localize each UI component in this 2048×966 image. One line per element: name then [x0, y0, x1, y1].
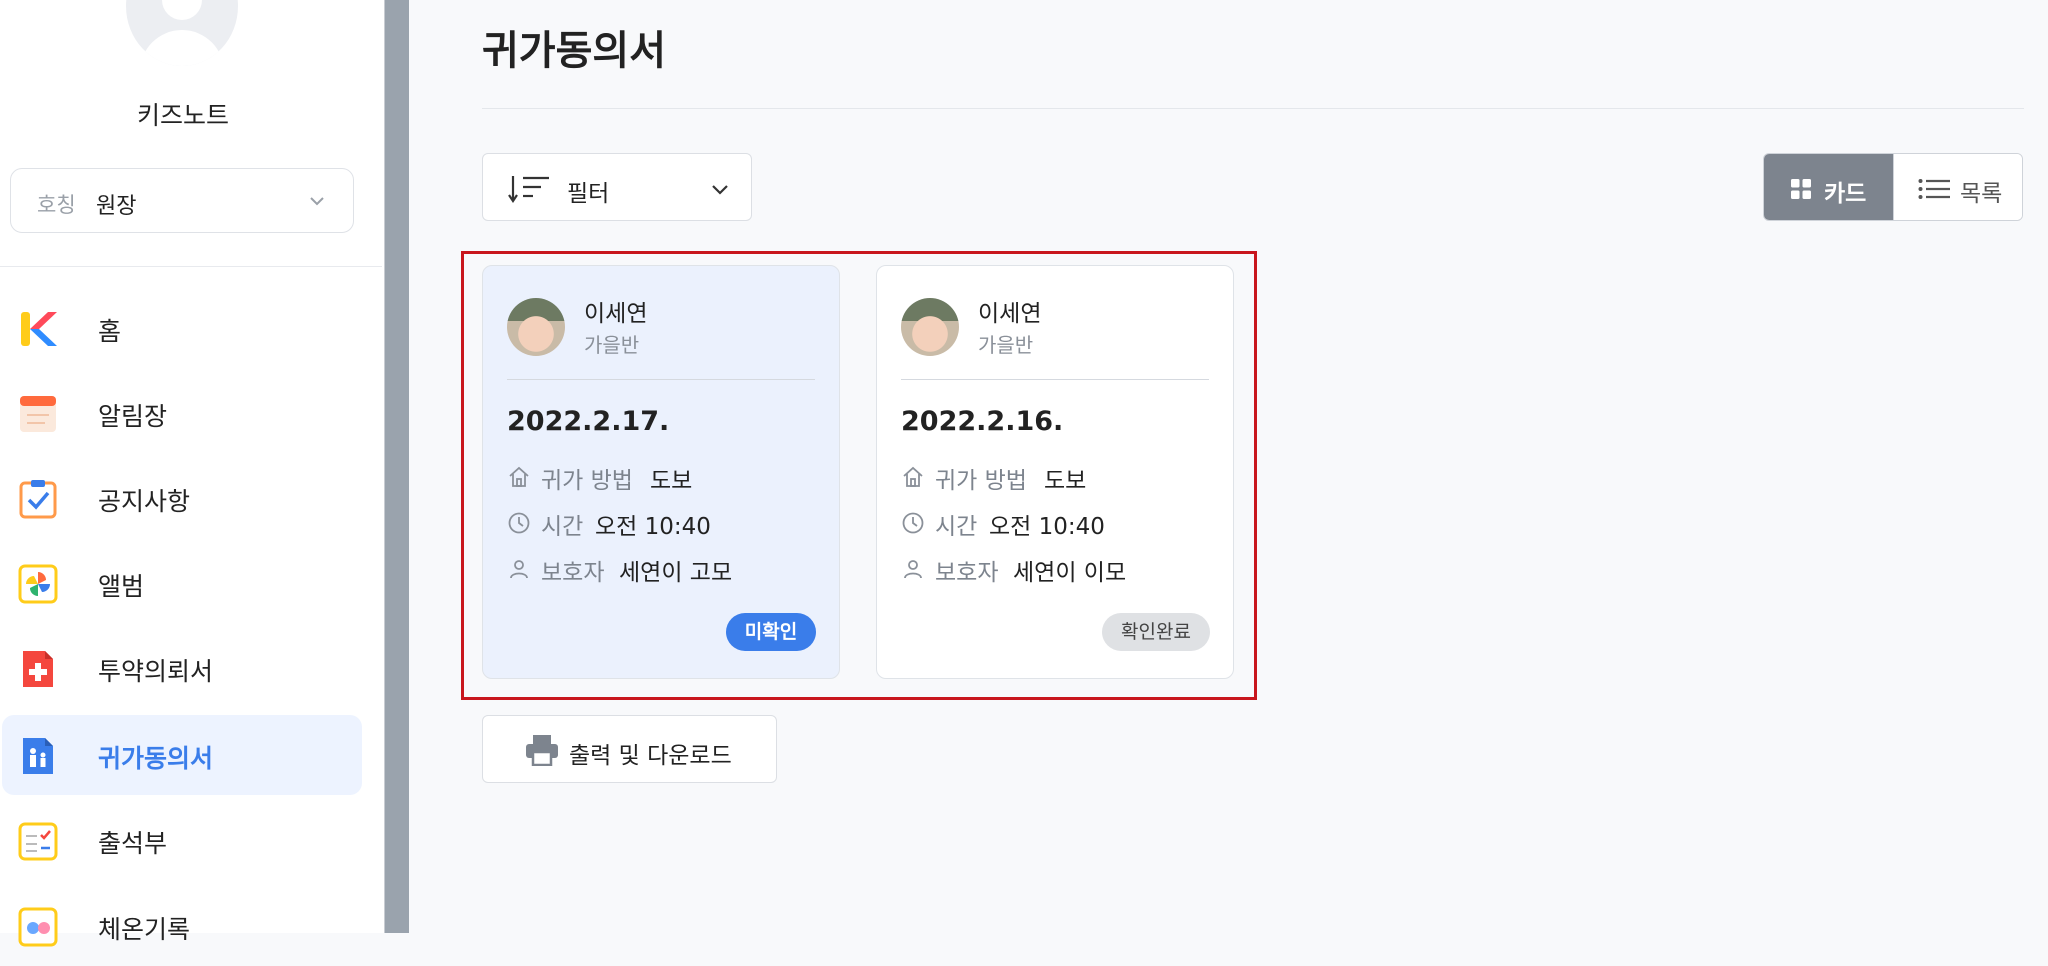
- method-label: 귀가 방법: [935, 468, 1027, 494]
- filter-button[interactable]: 필터: [482, 153, 752, 221]
- card-divider: [507, 379, 815, 380]
- list-view-label: 목록: [1960, 181, 2003, 207]
- filter-label: 필터: [567, 181, 610, 207]
- sidebar-item-label: 귀가동의서: [98, 744, 214, 773]
- consent-card[interactable]: 이세연 가을반 2022.2.16. 귀가 방법 도보 시간 오전 10:40 …: [876, 265, 1234, 679]
- card-view-label: 카드: [1824, 181, 1867, 207]
- sidebar-scrollbar[interactable]: [384, 0, 409, 933]
- method-label: 귀가 방법: [541, 468, 633, 494]
- sidebar-item-medicine[interactable]: 투약의뢰서: [2, 628, 362, 708]
- list-view-button[interactable]: 목록: [1893, 154, 2022, 220]
- guardian-label: 보호자: [935, 560, 999, 586]
- time-value: 오전 10:40: [595, 514, 711, 540]
- sidebar-item-label: 홈: [98, 317, 122, 346]
- child-name: 이세연: [584, 301, 648, 327]
- consent-card[interactable]: 이세연 가을반 2022.2.17. 귀가 방법 도보 시간 오전 10:40 …: [482, 265, 840, 679]
- sidebar-item-label: 체온기록: [98, 915, 191, 944]
- card-date: 2022.2.16.: [901, 406, 1064, 437]
- sidebar-item-label: 알림장: [98, 402, 168, 431]
- class-name: 가을반: [584, 333, 640, 357]
- card-date: 2022.2.17.: [507, 406, 670, 437]
- status-badge: 미확인: [726, 613, 816, 651]
- sidebar-item-album[interactable]: 앨범: [2, 543, 362, 623]
- sidebar-item-label: 투약의뢰서: [98, 657, 214, 686]
- title-select-value: 원장: [96, 194, 137, 219]
- home-icon: [509, 466, 529, 487]
- sidebar-item-going-home[interactable]: 귀가동의서: [2, 715, 362, 795]
- time-label: 시간: [541, 514, 584, 540]
- chevron-down-icon: [310, 197, 324, 206]
- child-name: 이세연: [978, 301, 1042, 327]
- checklist-icon: [19, 480, 57, 519]
- medicine-icon: [23, 651, 53, 687]
- child-avatar: [901, 298, 959, 356]
- chevron-down-icon: [712, 185, 728, 195]
- clock-icon: [508, 512, 530, 534]
- sidebar-divider: [0, 266, 382, 267]
- child-avatar: [507, 298, 565, 356]
- school-name: 키즈노트: [136, 101, 229, 130]
- status-badge: 확인완료: [1102, 613, 1210, 651]
- sidebar-item-label: 출석부: [98, 829, 168, 858]
- attendance-icon: [18, 822, 58, 861]
- page-title: 귀가동의서: [482, 28, 666, 74]
- time-value: 오전 10:40: [989, 514, 1105, 540]
- print-download-label: 출력 및 다운로드: [569, 743, 732, 769]
- sidebar-item-attendance[interactable]: 출석부: [2, 800, 362, 880]
- person-icon: [510, 560, 528, 579]
- sidebar-item-notes[interactable]: 알림장: [2, 373, 362, 453]
- title-select-label: 호칭: [37, 193, 76, 217]
- school-avatar: [126, 0, 238, 66]
- kidsnote-logo-icon: [21, 312, 57, 346]
- sidebar-item-label: 앨범: [98, 572, 145, 601]
- list-icon: [1918, 179, 1950, 199]
- card-divider: [901, 379, 1209, 380]
- guardian-value: 세연이 이모: [1013, 560, 1127, 586]
- method-value: 도보: [1044, 468, 1087, 494]
- title-select[interactable]: 호칭 원장: [10, 168, 354, 233]
- printer-icon: [526, 735, 558, 766]
- home-icon: [903, 466, 923, 487]
- method-value: 도보: [650, 468, 693, 494]
- view-toggle: 카드 목록: [1763, 153, 2023, 221]
- clock-icon: [902, 512, 924, 534]
- grid-icon: [1791, 179, 1811, 199]
- notebook-icon: [20, 396, 56, 432]
- card-view-button[interactable]: 카드: [1764, 154, 1893, 220]
- temperature-icon: [18, 907, 58, 947]
- sidebar: 키즈노트 호칭 원장 홈 알림장 공지사항 앨범 투약의뢰서 귀가동의서 출석부…: [0, 0, 384, 947]
- title-divider: [482, 108, 2024, 109]
- pinwheel-icon: [18, 564, 58, 604]
- sidebar-item-label: 공지사항: [98, 487, 191, 516]
- class-name: 가을반: [978, 333, 1034, 357]
- guardian-value: 세연이 고모: [619, 560, 733, 586]
- guardian-label: 보호자: [541, 560, 605, 586]
- going-home-icon: [23, 738, 53, 774]
- sort-filter-icon: [508, 176, 549, 203]
- print-download-button[interactable]: 출력 및 다운로드: [482, 715, 777, 783]
- time-label: 시간: [935, 514, 978, 540]
- person-icon: [904, 560, 922, 579]
- sidebar-item-notices[interactable]: 공지사항: [2, 458, 362, 538]
- sidebar-item-home[interactable]: 홈: [2, 288, 362, 368]
- sidebar-item-temperature[interactable]: 체온기록: [2, 886, 362, 966]
